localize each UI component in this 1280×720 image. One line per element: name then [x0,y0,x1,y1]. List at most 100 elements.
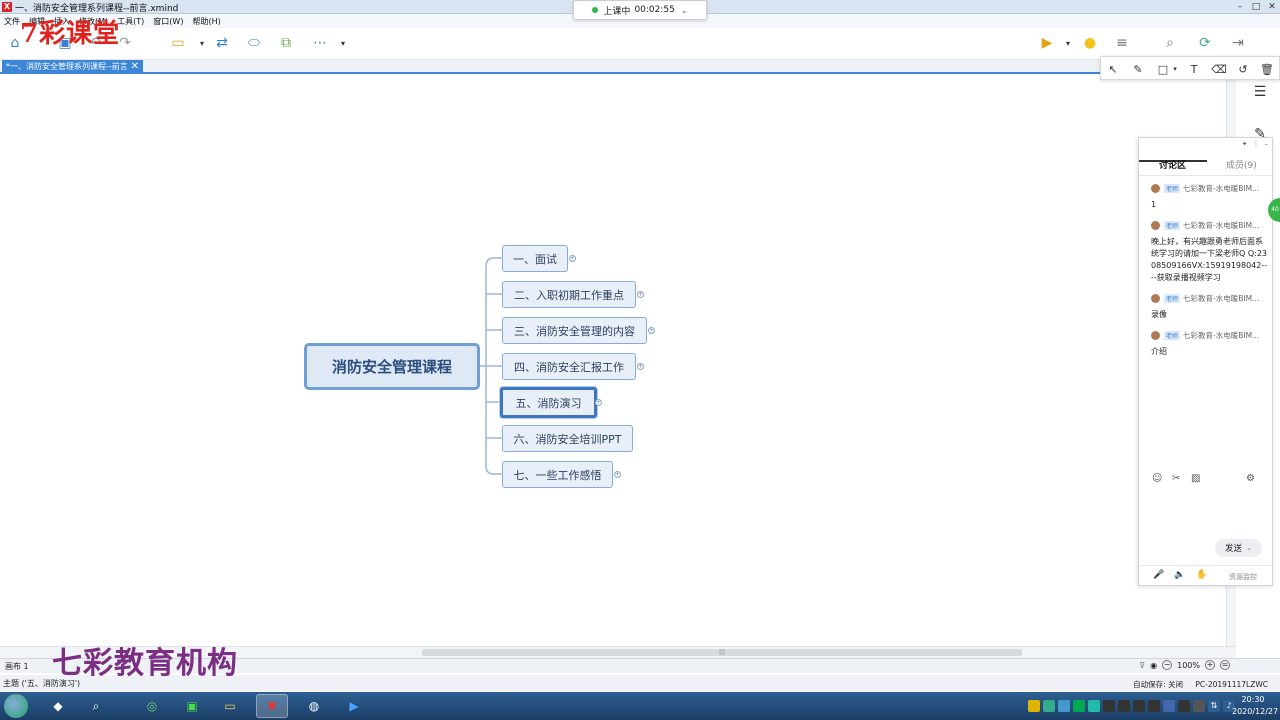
topic-interview[interactable]: 一、面试 [502,245,568,272]
taskbar-app-xmind[interactable]: ✖ [256,694,288,718]
fit-icon[interactable]: = [1220,660,1230,670]
hand-icon[interactable]: ✋ [1196,570,1207,580]
chevron-down-icon: ⌄ [680,5,688,15]
network-icon[interactable]: ⇅ [1208,700,1220,712]
taskbar-search-icon[interactable]: ⌕ [80,694,112,718]
minimize-icon[interactable]: – [1265,140,1269,148]
relationship-icon[interactable]: ⇄ [212,34,232,52]
tray-icon[interactable] [1028,700,1040,712]
send-button[interactable]: 发送 ⌄ [1215,539,1262,557]
taskbar-app-player[interactable]: ▶ [338,694,370,718]
presentation-icon[interactable]: ▶ [1037,34,1057,52]
topic-icon[interactable]: ▭ [168,34,188,52]
close-button[interactable]: ✕ [1264,0,1280,14]
tab-members[interactable]: 成员(9) [1226,158,1257,171]
central-topic[interactable]: 消防安全管理课程 [304,343,480,390]
topic-work-reflections[interactable]: 七、一些工作感悟 [502,461,613,488]
taskbar-app-wechat[interactable]: ▣ [176,694,208,718]
taskbar-app-1[interactable]: ◆ [42,694,74,718]
search-icon[interactable]: ⌕ [1160,34,1180,52]
menu-window[interactable]: 窗口(W) [153,16,183,27]
taskbar-folder-icon[interactable]: ▭ [214,694,246,718]
start-button[interactable] [4,694,28,718]
zoom-out-icon[interactable]: − [1162,660,1173,670]
tray-icon[interactable] [1103,700,1115,712]
close-tab-icon[interactable]: ✕ [131,60,139,74]
resource-monitor-link[interactable]: 资源监控 [1229,572,1257,582]
share-icon[interactable]: ⟳ [1195,34,1215,52]
expand-icon[interactable]: + [569,255,576,262]
menu-tools[interactable]: 工具(T) [117,16,144,27]
zoom-level[interactable]: 100% [1177,661,1200,670]
taskbar-clock[interactable]: 20:30 2020/12/27 [1232,694,1279,718]
tray-icon[interactable] [1133,700,1145,712]
annotation-toolbar: ↖ ✎ □ ▾ T ⌫ ↺ 🗑 [1100,56,1280,80]
topic-onboarding[interactable]: 二、入职初期工作重点 [502,281,636,308]
expand-icon[interactable]: + [614,471,621,478]
document-tab[interactable]: *一、消防安全管理系列课程--前言 ✕ [2,60,143,74]
tray-icon[interactable] [1148,700,1160,712]
role-badge: 老师 [1164,294,1181,303]
chevron-down-icon[interactable]: ▾ [1167,61,1183,77]
undo-icon[interactable]: ↺ [1235,61,1251,77]
scrollbar-thumb[interactable]: ||| [422,649,1022,656]
minimize-button[interactable]: – [1232,0,1248,14]
tray-icon[interactable] [1043,700,1055,712]
topic-fire-training-ppt[interactable]: 六、消防安全培训PPT [502,425,633,452]
avatar [1151,294,1160,303]
export-icon[interactable]: ⇥ [1228,34,1248,52]
boundary-icon[interactable]: ⬭ [244,34,264,52]
clock-date: 2020/12/27 [1232,707,1279,716]
settings-icon[interactable]: ⚙ [1246,473,1255,484]
text-icon[interactable]: T [1186,61,1202,77]
chevron-down-icon[interactable]: ▾ [1058,34,1078,52]
taskbar-app-classroom[interactable]: ◍ [298,694,330,718]
tray-icon[interactable] [1163,700,1175,712]
tray-icon[interactable] [1178,700,1190,712]
maximize-button[interactable]: □ [1248,0,1264,14]
pointer-icon[interactable]: ↖ [1105,61,1121,77]
topic-fire-drill[interactable]: 五、消防演习 [500,387,597,418]
zoom-in-icon[interactable]: + [1205,660,1215,670]
more-icon[interactable]: ⋮ [1253,140,1260,148]
microphone-icon[interactable]: 🎤 [1153,570,1164,580]
taskbar-app-browser[interactable]: ◎ [136,694,168,718]
chevron-down-icon[interactable]: ▾ [192,34,212,52]
pin-icon[interactable]: ✦ [1242,140,1248,148]
summary-icon[interactable]: ⧉ [276,34,296,52]
system-tray: ⇅ ♪ [1028,696,1235,716]
outline-icon[interactable]: ☰ [1251,83,1269,101]
expand-icon[interactable]: + [595,399,602,406]
tray-icon[interactable] [1193,700,1205,712]
sheet-tab[interactable]: 画布 1 [5,661,29,672]
autosave-status[interactable]: 自动保存: 关闭 [1133,680,1183,689]
message-text: 1 [1151,200,1157,209]
scissors-icon[interactable]: ✂ [1172,473,1180,484]
topic-fire-safety-report[interactable]: 四、消防安全汇报工作 [502,353,636,380]
tray-icon[interactable] [1118,700,1130,712]
trash-icon[interactable]: 🗑 [1259,61,1275,77]
pen-icon[interactable]: ✎ [1130,61,1146,77]
chevron-down-icon[interactable]: ▾ [333,34,353,52]
menu-file[interactable]: 文件 [4,16,20,27]
layout-icon[interactable]: ≡ [1112,34,1132,52]
tab-discussion[interactable]: 讨论区 [1159,158,1186,171]
eraser-icon[interactable]: ⌫ [1211,61,1227,77]
tray-icon[interactable] [1073,700,1085,712]
lightbulb-icon[interactable]: ● [1080,34,1100,52]
expand-icon[interactable]: + [648,327,655,334]
live-status-pill[interactable]: 上课中 00:02:55 ⌄ [573,0,707,20]
speaker-icon[interactable]: 🔈 [1174,570,1185,580]
tray-icon[interactable] [1058,700,1070,712]
eye-icon[interactable]: ◉ [1150,661,1157,670]
topic-fire-safety-content[interactable]: 三、消防安全管理的内容 [502,317,647,344]
message-text: 晚上好，有兴趣跟勇老师后面系统学习的请加一下梁老师Q Q:2308509166V… [1151,237,1268,282]
filter-icon[interactable]: ⊽ [1139,661,1145,670]
emoji-icon[interactable]: ☺ [1152,473,1162,484]
more-icon[interactable]: ⋯ [310,34,330,52]
expand-icon[interactable]: + [637,291,644,298]
image-icon[interactable]: ▨ [1191,473,1200,484]
expand-icon[interactable]: + [637,363,644,370]
tray-icon[interactable] [1088,700,1100,712]
menu-help[interactable]: 帮助(H) [192,16,220,27]
